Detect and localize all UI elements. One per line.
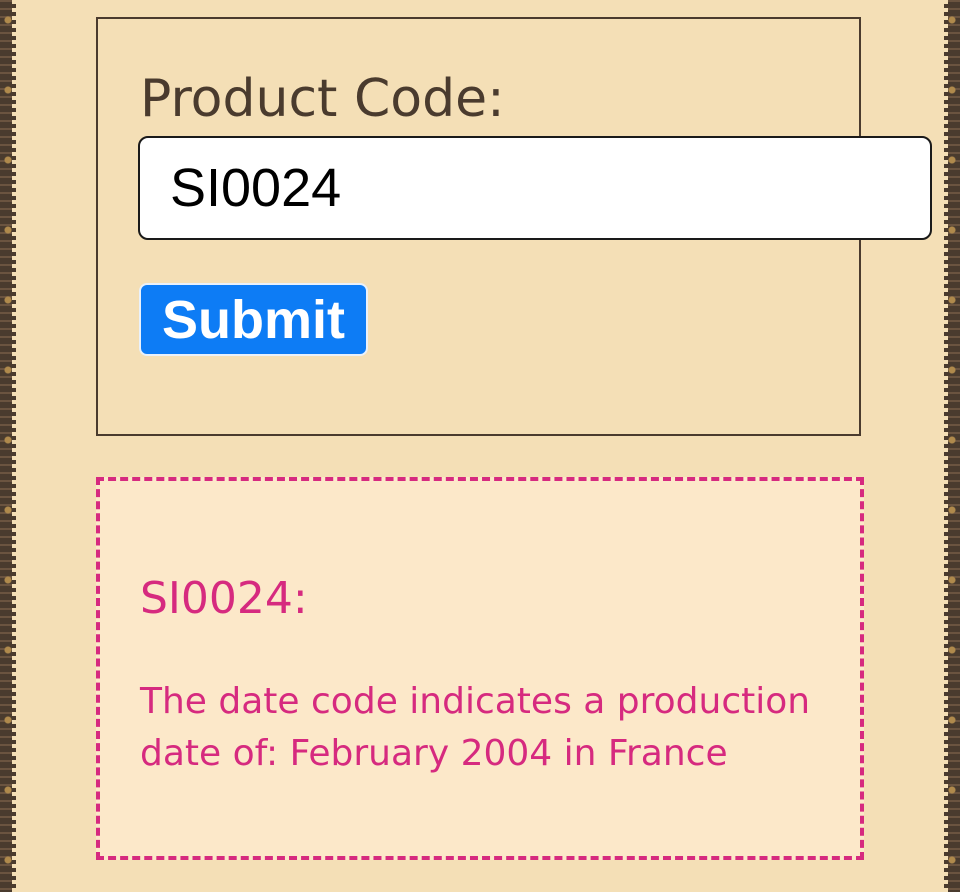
product-code-input[interactable] [138, 136, 932, 240]
decorative-border-right-edge [944, 0, 948, 892]
product-code-label: Product Code: [140, 69, 505, 129]
decorative-border-left-edge [12, 0, 16, 892]
result-panel [96, 477, 864, 860]
result-code-heading: SI0024: [140, 573, 308, 624]
submit-button[interactable]: Submit [139, 283, 368, 356]
result-message: The date code indicates a production dat… [140, 681, 811, 774]
